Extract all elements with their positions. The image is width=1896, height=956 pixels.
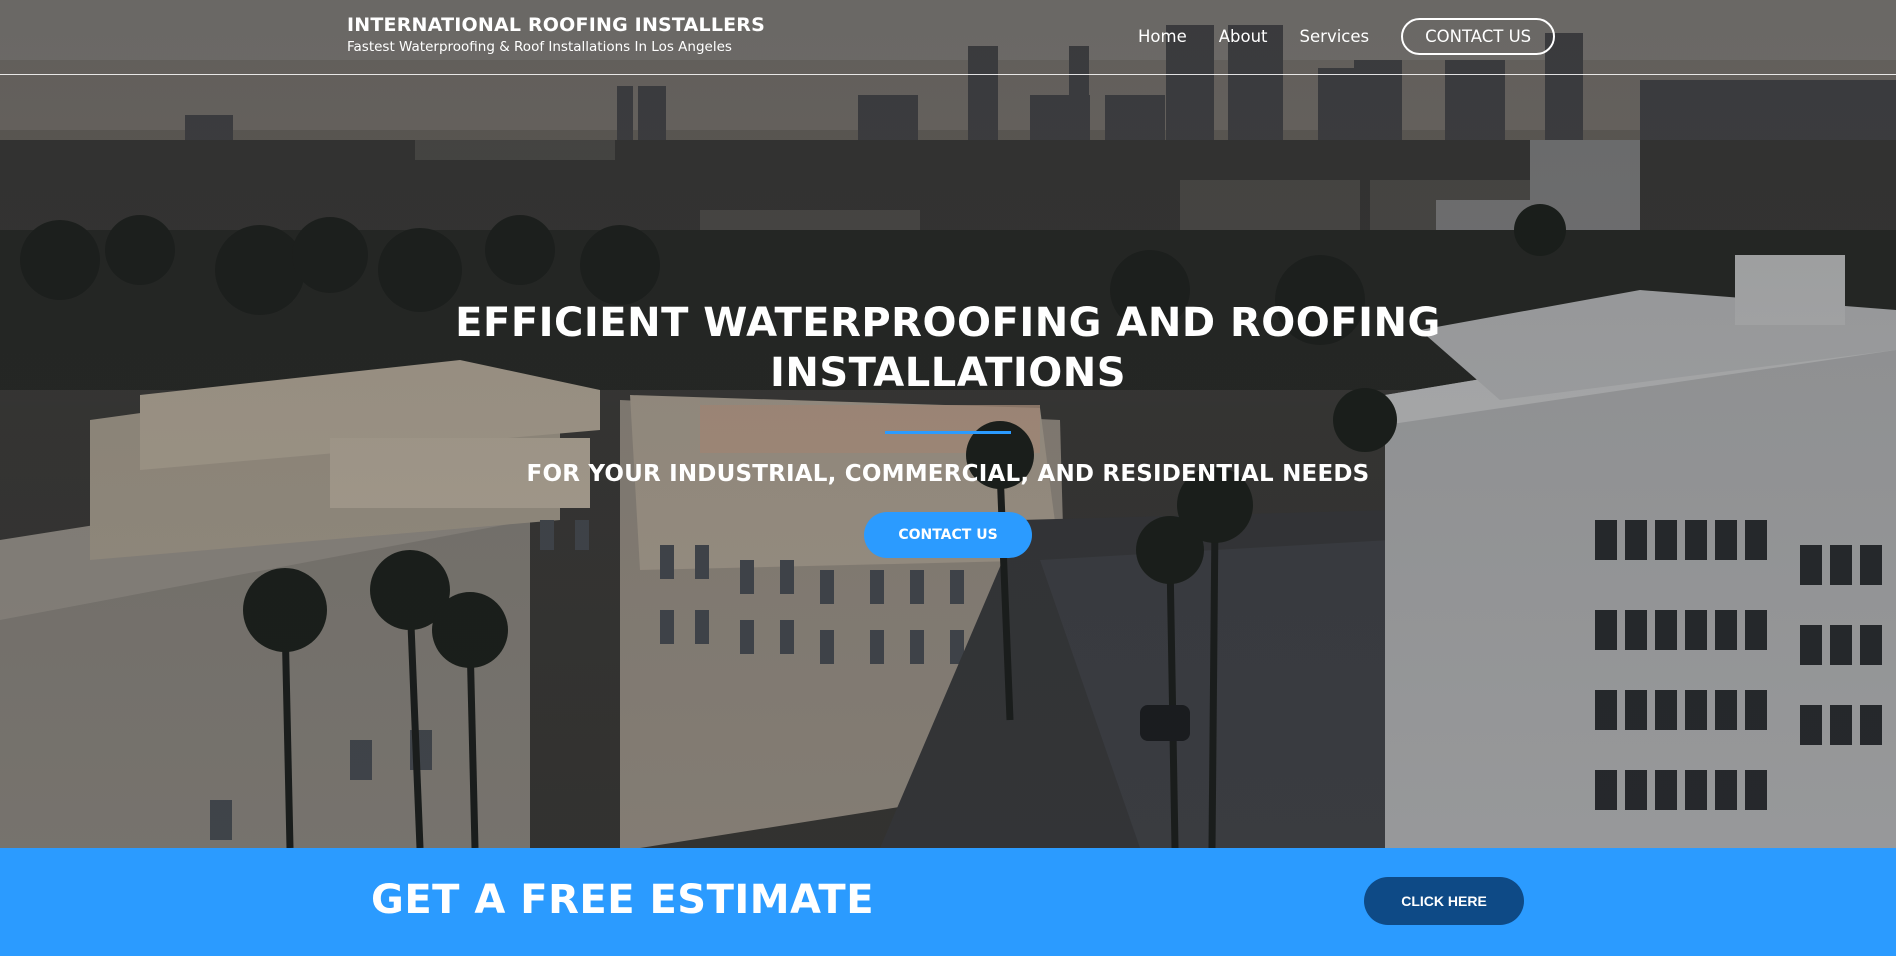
nav-contact-button[interactable]: CONTACT US [1401,18,1556,55]
nav-services[interactable]: Services [1300,27,1370,46]
hero-section [0,0,1896,848]
hero-divider [885,431,1011,434]
brand-subtitle: Fastest Waterproofing & Roof Installatio… [347,39,732,55]
hero-subtitle: FOR YOUR INDUSTRIAL, COMMERCIAL, AND RES… [526,461,1370,487]
brand[interactable]: INTERNATIONAL ROOFING INSTALLERS Fastest… [347,14,765,55]
hero-title: EFFICIENT WATERPROOFING AND ROOFING INST… [455,300,1441,396]
site-header: INTERNATIONAL ROOFING INSTALLERS Fastest… [0,0,1896,75]
brand-title[interactable]: INTERNATIONAL ROOFING INSTALLERS [347,14,765,36]
nav-about[interactable]: About [1219,27,1268,46]
estimate-click-here-button[interactable]: CLICK HERE [1364,877,1524,925]
hero-contact-button[interactable]: CONTACT US [864,512,1032,558]
nav-home[interactable]: Home [1138,27,1187,46]
hero-overlay [0,0,1896,848]
estimate-banner: GET A FREE ESTIMATE CLICK HERE [0,848,1896,956]
main-nav: Home About Services CONTACT US [1138,18,1556,55]
estimate-title: GET A FREE ESTIMATE [371,877,875,923]
